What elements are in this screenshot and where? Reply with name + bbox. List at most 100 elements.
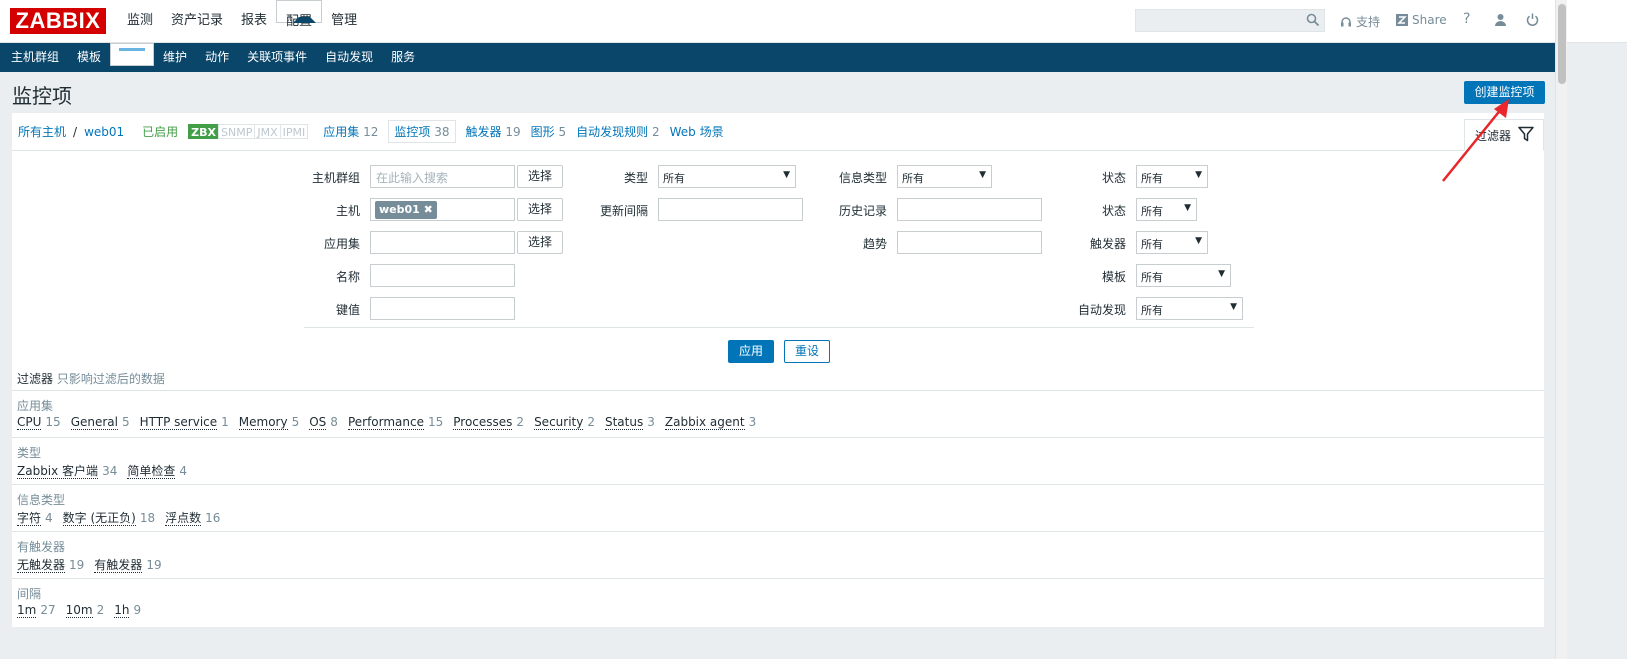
tab-items[interactable]: 监控项 38	[388, 120, 456, 143]
subfilter-option[interactable]: Status 3	[604, 415, 655, 430]
create-item-button[interactable]: 创建监控项	[1464, 81, 1545, 104]
subfilter-option-label[interactable]: OS	[309, 415, 327, 430]
subfilter-option-label[interactable]: 数字 (无正负)	[62, 511, 136, 526]
subnav-correlation[interactable]: 关联项事件	[238, 43, 316, 72]
tab-web-scenarios-label[interactable]: Web 场景	[670, 125, 724, 139]
tab-web-scenarios[interactable]: Web 场景	[670, 123, 724, 140]
tab-graphs[interactable]: 图形 5	[531, 123, 566, 140]
tab-applications[interactable]: 应用集 12	[323, 123, 378, 140]
subnav-host-groups[interactable]: 主机群组	[2, 43, 68, 72]
application-select-button[interactable]: 选择	[517, 231, 563, 254]
key-input[interactable]	[370, 297, 515, 320]
help-icon[interactable]: ?	[1463, 11, 1470, 27]
zabbix-logo[interactable]: ZABBIX	[10, 8, 106, 34]
support-link[interactable]: 支持	[1340, 13, 1380, 30]
template-select[interactable]: 所有	[1136, 264, 1231, 287]
apply-button[interactable]: 应用	[728, 340, 774, 363]
update-interval-input[interactable]	[658, 198, 803, 221]
subfilter-option-label[interactable]: 有触发器	[94, 558, 143, 573]
tab-triggers[interactable]: 触发器 19	[466, 123, 521, 140]
subfilter-option[interactable]: Performance 15	[347, 415, 443, 430]
subfilter-option-label[interactable]: 浮点数	[165, 511, 202, 526]
subfilter-option[interactable]: Memory 5	[238, 415, 299, 430]
nav-reports[interactable]: 报表	[232, 0, 276, 43]
subfilter-option-label[interactable]: General	[70, 415, 118, 430]
host-status[interactable]: 已启用	[142, 123, 178, 140]
subfilter-option[interactable]: HTTP service 1	[139, 415, 229, 430]
scrollbar-thumb[interactable]	[1558, 4, 1566, 84]
nav-inventory[interactable]: 资产记录	[162, 0, 232, 43]
trend-input[interactable]	[897, 231, 1042, 254]
subfilter-option[interactable]: 1m 27	[17, 603, 56, 618]
name-input[interactable]	[370, 264, 515, 287]
share-link[interactable]: Share	[1396, 13, 1447, 27]
subfilter-option[interactable]: Zabbix agent 3	[664, 415, 756, 430]
subfilter-option[interactable]: 无触发器 19	[17, 556, 84, 573]
host-group-select-button[interactable]: 选择	[517, 165, 563, 188]
subfilter-option[interactable]: OS 8	[309, 415, 338, 430]
subfilter-option[interactable]: 10m 2	[65, 603, 104, 618]
global-search-input[interactable]	[1135, 9, 1325, 32]
breadcrumb-all-hosts[interactable]: 所有主机	[18, 123, 66, 140]
page-scrollbar[interactable]	[1555, 0, 1567, 659]
subfilter-option[interactable]: CPU 15	[17, 415, 61, 430]
tab-triggers-label[interactable]: 触发器	[466, 125, 502, 139]
nav-administration[interactable]: 管理	[322, 0, 366, 43]
subfilter-option[interactable]: 简单检查 4	[127, 462, 187, 479]
subfilter-option[interactable]: 有触发器 19	[94, 556, 162, 573]
tab-discovery-rules[interactable]: 自动发现规则 2	[576, 123, 659, 140]
subfilter-option-label[interactable]: 简单检查	[127, 464, 176, 479]
status-select[interactable]: 所有	[1136, 198, 1197, 221]
subfilter-option-label[interactable]: 字符	[17, 511, 42, 526]
subfilter-option[interactable]: Processes 2	[453, 415, 524, 430]
history-input[interactable]	[897, 198, 1042, 221]
subfilter-option-label[interactable]: 10m	[65, 603, 93, 618]
subfilter-option[interactable]: 浮点数 16	[165, 509, 220, 526]
filter-tab[interactable]: 过滤器	[1464, 119, 1544, 151]
subnav-hosts[interactable]: 主机	[110, 43, 155, 66]
subfilter-option[interactable]: Zabbix 客户端 34	[17, 462, 117, 479]
profile-button[interactable]	[1494, 13, 1507, 26]
subnav-services[interactable]: 服务	[382, 43, 424, 72]
trigger-select[interactable]: 所有	[1136, 231, 1208, 254]
state-select[interactable]: 所有	[1136, 165, 1208, 188]
subfilter-option[interactable]: 1h 9	[114, 603, 141, 618]
application-input[interactable]	[370, 231, 515, 254]
subfilter-option[interactable]: Security 2	[534, 415, 595, 430]
discovery-select[interactable]: 所有	[1136, 297, 1243, 320]
tab-items-label[interactable]: 监控项	[394, 125, 430, 139]
subnav-actions[interactable]: 动作	[196, 43, 238, 72]
subfilter-option[interactable]: 字符 4	[17, 509, 53, 526]
host-tag[interactable]: web01 ✖	[375, 201, 437, 219]
host-group-input[interactable]: 在此输入搜索	[370, 165, 515, 188]
subfilter-option-label[interactable]: Status	[604, 415, 644, 430]
host-input[interactable]: web01 ✖	[370, 198, 515, 221]
tab-graphs-label[interactable]: 图形	[531, 125, 555, 139]
tab-applications-label[interactable]: 应用集	[323, 125, 359, 139]
subfilter-option-label[interactable]: Memory	[238, 415, 288, 430]
subfilter-option-label[interactable]: 1m	[17, 603, 37, 618]
subnav-templates[interactable]: 模板	[68, 43, 110, 72]
reset-button[interactable]: 重设	[784, 340, 830, 363]
nav-monitoring[interactable]: 监测	[118, 0, 162, 43]
subfilter-option[interactable]: 数字 (无正负) 18	[62, 509, 155, 526]
subfilter-option-label[interactable]: Performance	[347, 415, 424, 430]
remove-tag-icon[interactable]: ✖	[424, 203, 433, 216]
breadcrumb-host[interactable]: web01	[84, 125, 124, 139]
type-select[interactable]: 所有	[658, 165, 796, 188]
subfilter-option-label[interactable]: CPU	[17, 415, 42, 430]
subfilter-option-label[interactable]: Zabbix agent	[664, 415, 745, 430]
search-icon[interactable]	[1306, 13, 1320, 27]
info-type-select[interactable]: 所有	[897, 165, 992, 188]
subnav-maintenance[interactable]: 维护	[154, 43, 196, 72]
nav-configuration[interactable]: 配置	[276, 0, 323, 29]
subfilter-option-label[interactable]: 1h	[114, 603, 130, 618]
subfilter-option-label[interactable]: Processes	[453, 415, 513, 430]
subfilter-option[interactable]: General 5	[70, 415, 130, 430]
logout-button[interactable]	[1526, 13, 1539, 26]
subfilter-option-label[interactable]: HTTP service	[139, 415, 218, 430]
host-select-button[interactable]: 选择	[517, 198, 563, 221]
subfilter-option-label[interactable]: 无触发器	[17, 558, 66, 573]
tab-discovery-rules-label[interactable]: 自动发现规则	[576, 125, 648, 139]
subfilter-option-label[interactable]: Zabbix 客户端	[17, 464, 99, 479]
